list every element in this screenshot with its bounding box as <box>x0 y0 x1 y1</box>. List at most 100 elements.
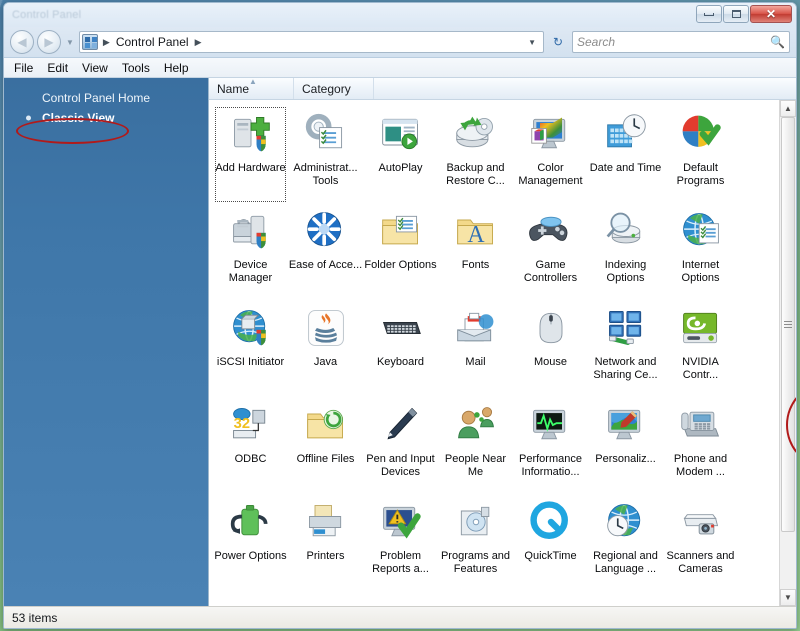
autoplay-icon <box>377 110 425 158</box>
problem-reports-icon <box>377 498 425 546</box>
nvidia-control-panel-icon <box>677 304 725 352</box>
offline-files-icon <box>302 401 350 449</box>
control-panel-item-device-manager[interactable]: Device Manager <box>213 203 288 300</box>
control-panel-icon <box>81 34 98 50</box>
scroll-down-button[interactable]: ▼ <box>780 589 796 606</box>
date-and-time-icon <box>602 110 650 158</box>
maximize-icon <box>731 10 741 18</box>
control-panel-item-backup-restore[interactable]: Backup and Restore C... <box>438 106 513 203</box>
menu-view[interactable]: View <box>82 61 108 75</box>
mail-icon <box>452 304 500 352</box>
control-panel-item-label: Mouse <box>533 356 568 368</box>
maximize-button[interactable] <box>723 5 749 23</box>
control-panel-item-phone-and-modem[interactable]: Phone and Modem ... <box>663 397 738 494</box>
back-button[interactable]: ◀ <box>10 30 34 54</box>
recent-pages-chevron-down-icon[interactable]: ▼ <box>64 38 76 47</box>
scroll-up-button[interactable]: ▲ <box>780 100 796 117</box>
control-panel-item-people-near-me[interactable]: People Near Me <box>438 397 513 494</box>
control-panel-item-personalization[interactable]: Personaliz... <box>588 397 663 494</box>
control-panel-item-label: Scanners and Cameras <box>666 550 735 575</box>
address-chevron-down-icon[interactable]: ▼ <box>523 38 541 47</box>
breadcrumb-separator-icon[interactable]: ▶ <box>193 37 204 48</box>
sidebar-item-control-panel-home[interactable]: Control Panel Home <box>4 88 208 108</box>
sidebar-item-classic-view[interactable]: Classic View <box>4 108 208 128</box>
control-panel-item-default-programs[interactable]: Default Programs <box>663 106 738 203</box>
search-input[interactable]: Search <box>577 35 770 49</box>
close-icon: ✕ <box>765 7 777 21</box>
people-near-me-icon <box>452 401 500 449</box>
control-panel-item-label: People Near Me <box>444 453 507 478</box>
menu-file[interactable]: File <box>14 61 33 75</box>
title-bar: Control Panel ✕ <box>4 3 796 27</box>
control-panel-item-quicktime[interactable]: QuickTime <box>513 494 588 591</box>
search-box[interactable]: Search 🔍 <box>572 31 790 53</box>
back-arrow-icon: ◀ <box>17 35 27 49</box>
column-header-label: Name <box>217 81 250 96</box>
address-toolbar: ◀ ▶ ▼ ▶ Control Panel ▶ ▼ ↻ Search 🔍 <box>4 27 796 57</box>
control-panel-item-network-sharing-center[interactable]: Network and Sharing Ce... <box>588 300 663 397</box>
svg-text:32: 32 <box>233 416 249 432</box>
column-header-name[interactable]: Name ▲ <box>209 78 294 99</box>
control-panel-item-performance-information[interactable]: Performance Informatio... <box>513 397 588 494</box>
menu-edit[interactable]: Edit <box>47 61 68 75</box>
control-panel-item-pen-input-devices[interactable]: Pen and Input Devices <box>363 397 438 494</box>
control-panel-item-label: Phone and Modem ... <box>673 453 728 478</box>
control-panel-item-problem-reports[interactable]: Problem Reports a... <box>363 494 438 591</box>
control-panel-item-color-management[interactable]: Color Management <box>513 106 588 203</box>
control-panel-item-add-hardware[interactable]: Add Hardware <box>213 106 288 203</box>
close-button[interactable]: ✕ <box>750 5 792 23</box>
scrollbar-grip-icon <box>784 321 792 328</box>
control-panel-item-nvidia-control-panel[interactable]: NVIDIA Contr... <box>663 300 738 397</box>
scrollbar-track[interactable] <box>780 117 796 589</box>
control-panel-item-folder-options[interactable]: Folder Options <box>363 203 438 300</box>
menu-help[interactable]: Help <box>164 61 189 75</box>
menu-tools[interactable]: Tools <box>122 61 150 75</box>
control-panel-item-label: Default Programs <box>676 162 725 187</box>
control-panel-item-java[interactable]: Java <box>288 300 363 397</box>
control-panel-item-date-and-time[interactable]: Date and Time <box>588 106 663 203</box>
control-panel-item-mail[interactable]: Mail <box>438 300 513 397</box>
control-panel-item-iscsi-initiator[interactable]: iSCSI Initiator <box>213 300 288 397</box>
game-controllers-icon <box>527 207 575 255</box>
control-panel-item-offline-files[interactable]: Offline Files <box>288 397 363 494</box>
control-panel-item-odbc[interactable]: 32 ODBC <box>213 397 288 494</box>
control-panel-item-label: ODBC <box>234 453 267 465</box>
control-panel-item-scanners-and-cameras[interactable]: Scanners and Cameras <box>663 494 738 591</box>
control-panel-item-mouse[interactable]: Mouse <box>513 300 588 397</box>
refresh-button[interactable]: ↻ <box>547 31 569 53</box>
control-panel-item-label: Fonts <box>461 259 490 271</box>
breadcrumb-control-panel[interactable]: Control Panel <box>115 35 190 49</box>
column-header-label: Category <box>302 81 351 96</box>
control-panel-item-programs-and-features[interactable]: Programs and Features <box>438 494 513 591</box>
control-panel-item-power-options[interactable]: Power Options <box>213 494 288 591</box>
control-panel-item-indexing-options[interactable]: Indexing Options <box>588 203 663 300</box>
control-panel-item-game-controllers[interactable]: Game Controllers <box>513 203 588 300</box>
control-panel-item-label: Problem Reports a... <box>372 550 429 575</box>
control-panel-item-label: Add Hardware <box>215 162 286 174</box>
personalization-icon <box>602 401 650 449</box>
control-panel-item-keyboard[interactable]: Keyboard <box>363 300 438 397</box>
items-pane: Name ▲ Category Add Hardware Administrat.… <box>209 78 796 606</box>
vertical-scrollbar[interactable]: ▲ ▼ <box>779 100 796 606</box>
sidebar-item-label: Classic View <box>42 111 115 125</box>
address-bar[interactable]: ▶ Control Panel ▶ ▼ <box>78 31 544 53</box>
forward-button[interactable]: ▶ <box>37 30 61 54</box>
scrollbar-thumb[interactable] <box>781 117 795 532</box>
control-panel-item-label: Internet Options <box>681 259 720 284</box>
control-panel-item-fonts[interactable]: A Fonts <box>438 203 513 300</box>
control-panel-item-ease-of-access[interactable]: Ease of Acce... <box>288 203 363 300</box>
java-icon <box>302 304 350 352</box>
control-panel-item-internet-options[interactable]: Internet Options <box>663 203 738 300</box>
item-count-label: 53 items <box>12 610 58 625</box>
control-panel-window: Control Panel ✕ ◀ ▶ ▼ ▶ Control Panel ▶ … <box>3 2 797 629</box>
control-panel-item-label: Programs and Features <box>440 550 511 575</box>
control-panel-item-regional-language[interactable]: Regional and Language ... <box>588 494 663 591</box>
minimize-button[interactable] <box>696 5 722 23</box>
control-panel-item-administrative-tools[interactable]: Administrat... Tools <box>288 106 363 203</box>
control-panel-item-autoplay[interactable]: AutoPlay <box>363 106 438 203</box>
control-panel-item-label: Regional and Language ... <box>593 550 658 575</box>
column-header-category[interactable]: Category <box>294 78 374 99</box>
control-panel-item-label: QuickTime <box>524 550 577 562</box>
window-title: Control Panel <box>12 9 82 21</box>
control-panel-item-printers[interactable]: Printers <box>288 494 363 591</box>
